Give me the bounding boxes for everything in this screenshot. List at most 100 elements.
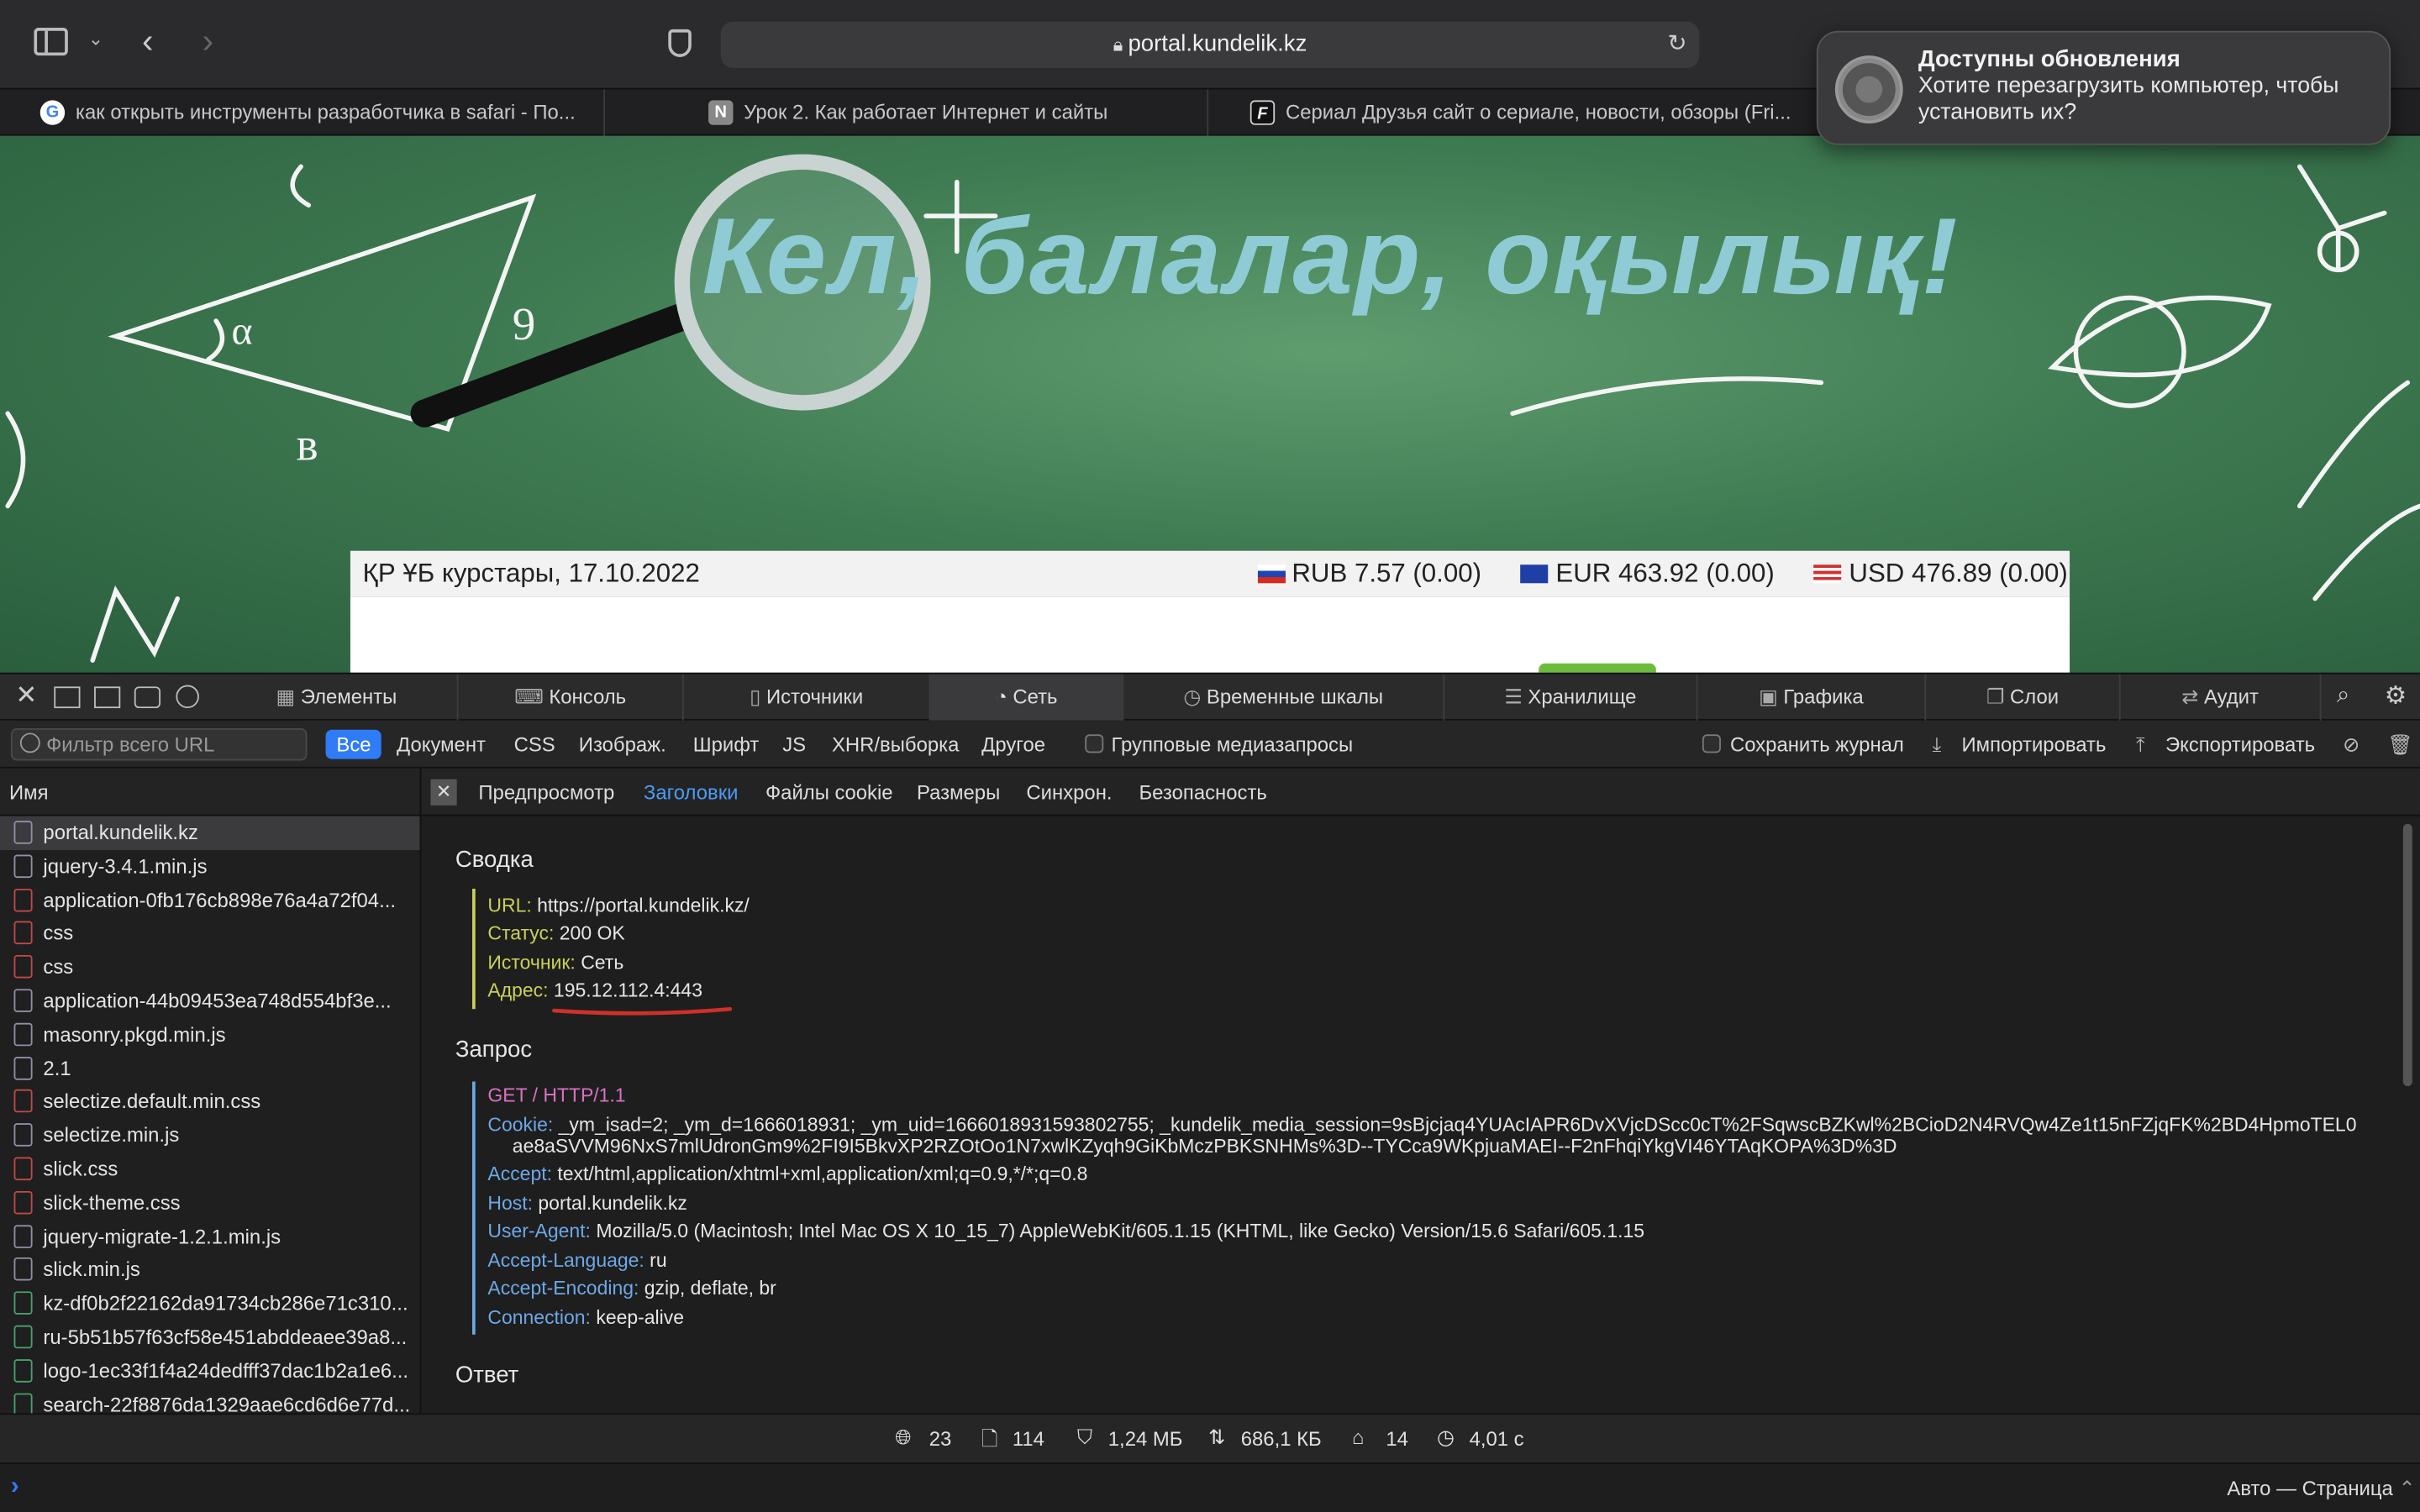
export-icon[interactable]: ⤒: [2136, 730, 2145, 759]
group-media-checkbox[interactable]: [1085, 734, 1104, 753]
request-name: ru-5b51b57f63cf58e451abddeaee39a8...: [43, 1325, 408, 1349]
type-other[interactable]: Другое: [981, 730, 1045, 759]
reload-icon[interactable]: ↻: [1667, 22, 1686, 68]
tab-graphics[interactable]: ▣ Графика: [1697, 674, 1927, 721]
request-row[interactable]: 2.1: [0, 1052, 420, 1085]
type-images[interactable]: Изображ.: [579, 730, 666, 759]
clear-network-icon[interactable]: ⊘: [2343, 730, 2360, 759]
dock-bottom-icon[interactable]: [54, 686, 81, 709]
update-notification[interactable]: Доступны обновления Хотите перезагрузить…: [1816, 30, 2391, 145]
red-underline: [552, 1006, 733, 1016]
tab-cookies[interactable]: Файлы cookie: [765, 769, 893, 816]
page-content-area: [350, 596, 2070, 673]
address-bar[interactable]: 🔒︎ portal.kundelik.kz ↻: [720, 21, 1700, 68]
globe-icon: 🌐︎: [895, 1425, 912, 1449]
request-row[interactable]: selectize.default.min.css: [0, 1085, 420, 1119]
request-name: logo-1ec33f1f4a24dedfff37dac1b2a1e6...: [43, 1358, 409, 1383]
request-row[interactable]: css: [0, 917, 420, 951]
request-row[interactable]: kz-df0b2f22162da91734cb286e71c310...: [0, 1287, 420, 1320]
import-button[interactable]: Импортировать: [1961, 730, 2106, 759]
type-css[interactable]: CSS: [514, 730, 555, 759]
console-prompt[interactable]: › Авто — Страница ⌃: [0, 1462, 2420, 1512]
request-name: search-22f8876da1329aae6cd6d6e77d...: [43, 1392, 411, 1414]
tab-layers[interactable]: ❐ Слои: [1926, 674, 2121, 721]
dock-side-icon[interactable]: [94, 686, 121, 709]
request-row[interactable]: application-44b09453ea748d554bf3e...: [0, 984, 420, 1018]
privacy-shield-icon[interactable]: [668, 29, 692, 57]
svg-text:9: 9: [513, 298, 536, 349]
request-row[interactable]: search-22f8876da1329aae6cd6d6e77d...: [0, 1388, 420, 1414]
rate-rub: RUB 7.57 (0.00): [1292, 558, 1481, 588]
css-file-icon: [13, 955, 33, 979]
trash-icon[interactable]: 🗑︎: [2387, 730, 2412, 759]
tab-2[interactable]: N Урок 2. Как работает Интернет и сайты: [702, 89, 1209, 136]
close-icon[interactable]: ✕: [15, 680, 37, 711]
request-row[interactable]: slick-theme.css: [0, 1186, 420, 1220]
search-icon[interactable]: ⌕: [2337, 682, 2349, 708]
type-document[interactable]: Документ: [397, 730, 486, 759]
request-row[interactable]: ru-5b51b57f63cf58e451abddeaee39a8...: [0, 1320, 420, 1354]
tab-elements[interactable]: ▦ Элементы: [216, 674, 459, 721]
request-row[interactable]: css: [0, 951, 420, 984]
tab-audit[interactable]: ⇄ Аудит: [2121, 674, 2322, 721]
request-row[interactable]: selectize.min.js: [0, 1119, 420, 1152]
filter-icon: [19, 732, 40, 753]
tab-timelines[interactable]: ◷ Временные шкалы: [1123, 674, 1445, 721]
tab-sources[interactable]: ▯ Источники: [684, 674, 931, 721]
sidebar-toggle-icon[interactable]: [34, 28, 68, 56]
request-row[interactable]: masonry.pkgd.min.js: [0, 1018, 420, 1052]
tab-sizes[interactable]: Размеры: [917, 769, 1000, 816]
request-row[interactable]: jquery-3.4.1.min.js: [0, 850, 420, 884]
name-column-header[interactable]: Имя: [0, 768, 420, 816]
banner-title: Кел, балалар, оқылық!: [702, 196, 1960, 317]
tab-3[interactable]: F Сериал Друзья сайт о сериале, новости,…: [1244, 90, 1818, 136]
request-row[interactable]: application-0fb176cb898e76a4a72f04...: [0, 884, 420, 917]
tab-security[interactable]: Безопасность: [1139, 769, 1267, 816]
resources-count: 114: [1012, 1426, 1044, 1451]
tab-headers[interactable]: Заголовки: [644, 769, 739, 816]
tab-timing[interactable]: Синхрон.: [1026, 769, 1112, 816]
request-bar: [472, 1081, 476, 1335]
green-button-edge: [1539, 663, 1656, 673]
execution-context-select[interactable]: Авто — Страница ⌃: [2227, 1477, 2415, 1501]
preserve-log-checkbox[interactable]: [1702, 734, 1721, 753]
import-icon[interactable]: ⤓: [1933, 730, 1942, 759]
type-js[interactable]: JS: [782, 730, 806, 759]
summary-bar: [472, 888, 476, 1010]
tab-preview[interactable]: Предпросмотр: [478, 769, 614, 816]
total-size: 1,24 МБ: [1107, 1426, 1183, 1451]
layers-icon: ❐: [1986, 685, 2011, 709]
type-xhr[interactable]: XHR/выборка: [832, 730, 959, 759]
request-row[interactable]: slick.css: [0, 1152, 420, 1186]
settings-gear-icon[interactable]: ⚙: [2385, 680, 2407, 711]
close-details-icon[interactable]: ✕: [430, 779, 457, 806]
tab-console[interactable]: ⌨ Консоль: [459, 674, 684, 721]
flag-us-icon: [1813, 564, 1842, 584]
summary-source: Источник: Сеть: [487, 952, 624, 974]
inspect-target-icon[interactable]: [176, 685, 199, 709]
export-button[interactable]: Экспортировать: [2165, 730, 2315, 759]
rate-usd: USD 476.89 (0.00): [1849, 558, 2068, 588]
type-fonts[interactable]: Шрифт: [693, 730, 760, 759]
friends-icon: F: [1249, 100, 1276, 125]
type-all[interactable]: Все: [325, 729, 382, 759]
chevron-down-icon[interactable]: ⌄: [88, 28, 103, 50]
css-file-icon: [13, 1089, 33, 1114]
tab-1[interactable]: G как открыть инструменты разработчика в…: [34, 89, 606, 136]
tab-storage[interactable]: ☰ Хранилище: [1444, 674, 1698, 721]
css-file-icon: [13, 1190, 33, 1215]
scrollbar[interactable]: [2402, 823, 2412, 1087]
request-row[interactable]: jquery-migrate-1.2.1.min.js: [0, 1220, 420, 1253]
request-row[interactable]: logo-1ec33f1f4a24dedfff37dac1b2a1e6...: [0, 1354, 420, 1388]
forward-icon[interactable]: ›: [203, 22, 213, 62]
tab-label: Аудит: [2203, 685, 2259, 709]
document-icon: 🗋︎: [981, 1426, 998, 1451]
js-file-icon: [13, 1224, 33, 1248]
request-row[interactable]: portal.kundelik.kz: [0, 816, 420, 850]
request-row[interactable]: slick.min.js: [0, 1253, 420, 1287]
undock-icon[interactable]: [134, 686, 161, 709]
tab-label: Элементы: [300, 685, 397, 709]
url-filter-input[interactable]: Фильтр всего URL: [10, 727, 308, 761]
back-icon[interactable]: ‹: [142, 22, 153, 62]
tab-network[interactable]: ◔ Сеть: [930, 674, 1124, 721]
